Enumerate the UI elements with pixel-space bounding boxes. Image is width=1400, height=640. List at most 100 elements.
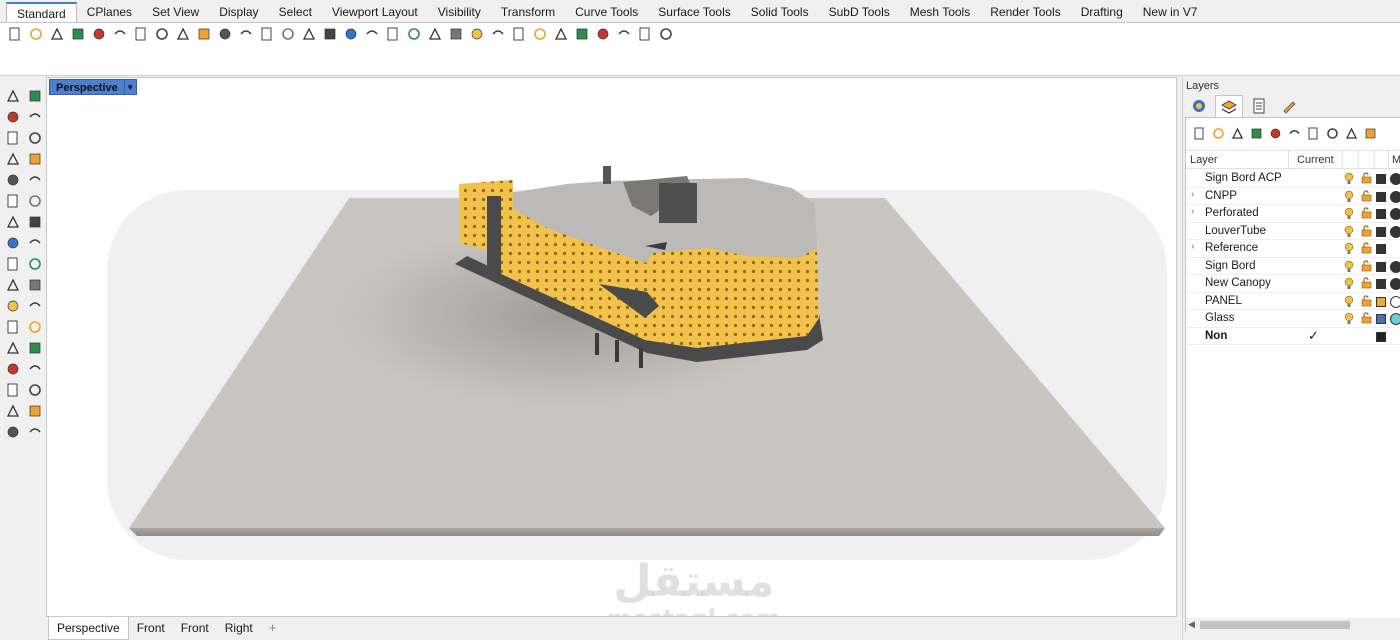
- layer-row[interactable]: LouverTube: [1186, 223, 1400, 241]
- help-icon[interactable]: [1361, 124, 1379, 142]
- loft-icon[interactable]: [25, 212, 45, 232]
- sphere-icon[interactable]: [25, 233, 45, 253]
- lightbulb-icon[interactable]: [1344, 225, 1354, 241]
- layer-row[interactable]: › Reference: [1186, 240, 1400, 258]
- zoom-window-icon[interactable]: [258, 25, 276, 43]
- new-sublayer-icon[interactable]: [1209, 124, 1227, 142]
- tab-visibility[interactable]: Visibility: [428, 2, 491, 22]
- tab-new-in-v7[interactable]: New in V7: [1133, 2, 1208, 22]
- print-icon[interactable]: [69, 25, 87, 43]
- wireframe-icon[interactable]: [531, 25, 549, 43]
- fillet-icon[interactable]: [25, 170, 45, 190]
- material-swatch[interactable]: [1390, 225, 1400, 238]
- expand-icon[interactable]: ›: [1191, 206, 1194, 217]
- cplane-icon[interactable]: [363, 25, 381, 43]
- lock-open-icon[interactable]: [1361, 189, 1372, 205]
- tab-drafting[interactable]: Drafting: [1071, 2, 1133, 22]
- layer-row[interactable]: › Perforated: [1186, 205, 1400, 223]
- add-viewport-icon[interactable]: +: [261, 617, 285, 640]
- layer-name[interactable]: Perforated: [1205, 207, 1259, 219]
- document-tab-icon[interactable]: [1245, 95, 1273, 117]
- lightbulb-icon[interactable]: [1344, 260, 1354, 276]
- material-swatch[interactable]: [1390, 295, 1400, 308]
- ortho-icon[interactable]: [384, 25, 402, 43]
- analyze-icon[interactable]: [3, 401, 23, 421]
- layer-row[interactable]: Glass: [1186, 310, 1400, 328]
- move-parent-icon[interactable]: [1285, 124, 1303, 142]
- lock-open-icon[interactable]: [1361, 259, 1372, 275]
- lock-open-icon[interactable]: [1361, 207, 1372, 222]
- arc-icon[interactable]: [3, 170, 23, 190]
- material-swatch[interactable]: [1390, 208, 1400, 220]
- point-icon[interactable]: [25, 86, 45, 106]
- scroll-thumb[interactable]: [1200, 621, 1350, 629]
- lightbulb-icon[interactable]: [1344, 242, 1354, 258]
- zoom-selected-icon[interactable]: [300, 25, 318, 43]
- ellipse-icon[interactable]: [25, 128, 45, 148]
- tab-solid-tools[interactable]: Solid Tools: [741, 2, 819, 22]
- transform-icon[interactable]: [3, 296, 23, 316]
- lightbulb-icon[interactable]: [1344, 295, 1354, 311]
- properties-tab-icon[interactable]: [1185, 95, 1213, 117]
- extrude-icon[interactable]: [25, 254, 45, 274]
- lightbulb-icon[interactable]: [1344, 207, 1354, 223]
- delete-layer-icon[interactable]: [1228, 124, 1246, 142]
- box-icon[interactable]: [3, 233, 23, 253]
- move-view-icon[interactable]: [216, 25, 234, 43]
- layer-color-swatch[interactable]: [1376, 279, 1386, 289]
- lock-open-icon[interactable]: [1361, 224, 1372, 240]
- layer-icon[interactable]: [489, 25, 507, 43]
- material-swatch[interactable]: [1390, 278, 1400, 290]
- array-icon[interactable]: [3, 380, 23, 400]
- explode-icon[interactable]: [25, 338, 45, 358]
- save-icon[interactable]: [48, 25, 66, 43]
- material-swatch[interactable]: [1390, 260, 1400, 273]
- scroll-left-icon[interactable]: ◀: [1188, 619, 1195, 630]
- curve-icon[interactable]: [25, 107, 45, 127]
- tab-display[interactable]: Display: [209, 2, 268, 22]
- viewport-name-label[interactable]: Perspective: [49, 79, 125, 95]
- extend-icon[interactable]: [25, 191, 45, 211]
- filter-icon[interactable]: [615, 25, 633, 43]
- new-icon[interactable]: [6, 25, 24, 43]
- tab-standard[interactable]: Standard: [6, 2, 77, 22]
- tab-subd-tools[interactable]: SubD Tools: [819, 2, 900, 22]
- tab-curve-tools[interactable]: Curve Tools: [565, 2, 648, 22]
- vp-tab-front-2[interactable]: Front: [173, 617, 217, 640]
- tab-cplanes[interactable]: CPlanes: [77, 2, 142, 22]
- layer-row[interactable]: › CNPP: [1186, 188, 1400, 205]
- layer-color-swatch[interactable]: [1376, 331, 1386, 342]
- layer-name[interactable]: CNPP: [1205, 190, 1237, 202]
- expand-icon[interactable]: ›: [1191, 241, 1194, 252]
- lock-open-icon[interactable]: [1361, 312, 1372, 327]
- col-material[interactable]: M: [1392, 154, 1400, 166]
- boolean-icon[interactable]: [3, 317, 23, 337]
- mesh-icon[interactable]: [3, 275, 23, 295]
- move-down-icon[interactable]: [1266, 124, 1284, 142]
- layer-name[interactable]: PANEL: [1205, 295, 1242, 307]
- layer-color-swatch[interactable]: [1376, 244, 1386, 254]
- osnap-icon[interactable]: [405, 25, 423, 43]
- zoom-icon[interactable]: [237, 25, 255, 43]
- cylinder-icon[interactable]: [3, 254, 23, 274]
- material-swatch[interactable]: [1390, 173, 1400, 185]
- vp-tab-right[interactable]: Right: [217, 617, 261, 640]
- vp-tab-perspective[interactable]: Perspective: [48, 617, 129, 640]
- expand-icon[interactable]: ›: [1191, 189, 1194, 200]
- hatch-icon[interactable]: [25, 359, 45, 379]
- filter-icon[interactable]: [1304, 124, 1322, 142]
- perspective-viewport[interactable]: Perspective ▼ مستقل mostaql.com: [46, 77, 1177, 617]
- layer-color-swatch[interactable]: [1376, 314, 1386, 324]
- layers-tab-icon[interactable]: [1215, 95, 1243, 117]
- lock-open-icon[interactable]: [1361, 242, 1372, 257]
- layer-properties-icon[interactable]: [1323, 124, 1341, 142]
- layer-row[interactable]: PANEL: [1186, 293, 1400, 311]
- pan-icon[interactable]: [195, 25, 213, 43]
- tools-icon[interactable]: [1342, 124, 1360, 142]
- layer-name[interactable]: New Canopy: [1205, 277, 1271, 289]
- layer-row[interactable]: New Canopy: [1186, 275, 1400, 293]
- join-icon[interactable]: [3, 338, 23, 358]
- copy-icon[interactable]: [132, 25, 150, 43]
- select-arrow-icon[interactable]: [3, 86, 23, 106]
- current-check[interactable]: ✓: [1308, 328, 1319, 344]
